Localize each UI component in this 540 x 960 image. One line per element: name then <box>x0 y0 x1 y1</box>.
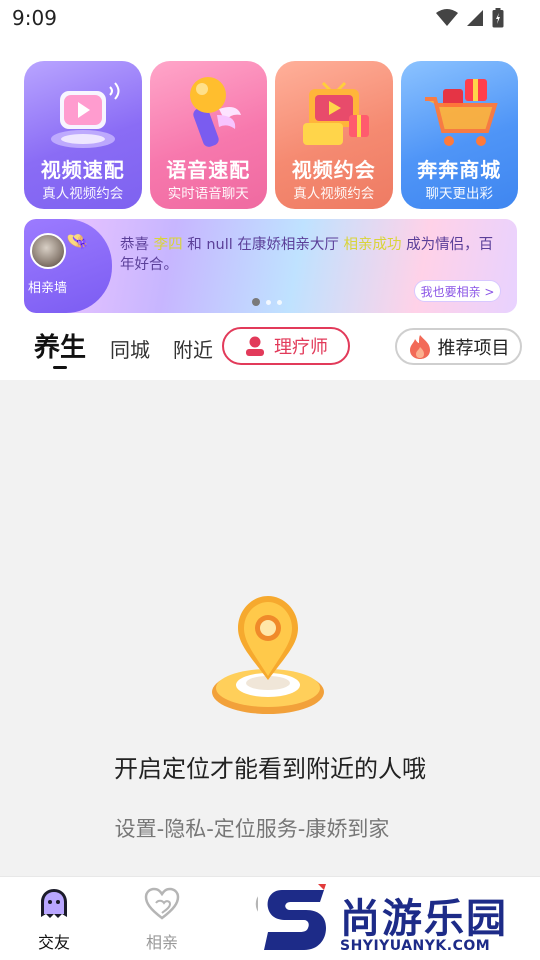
card-title: 视频速配 <box>40 158 125 182</box>
watermark-logo: 尚游乐园 SHYIYUANYK.COM <box>258 882 540 960</box>
microphone-icon <box>189 77 241 147</box>
top-area: 视频速配 真人视频约会 语音速配 实时语音聊天 视频约会 真人视频约会 奔奔商城… <box>0 50 540 380</box>
video-play-icon <box>51 82 120 148</box>
carousel-dots <box>252 298 282 306</box>
tab-fujin[interactable]: 附近 <box>173 334 213 363</box>
video-gift-icon <box>303 81 369 145</box>
battery-icon <box>492 8 504 28</box>
msg-highlight: 相亲成功 <box>343 237 402 253</box>
banner-message: 恭喜 李四 和 null 在康娇相亲大厅 相亲成功 成为情侣，百年好合。 <box>120 235 506 275</box>
carousel-dot-active <box>252 298 260 306</box>
shopping-cart-icon <box>424 79 498 146</box>
category-tabs: 养生 同城 附近 理疗师 推荐项目 <box>0 323 540 373</box>
matchmaking-banner[interactable]: 👒 相亲墙 恭喜 李四 和 null 在康娇相亲大厅 相亲成功 成为情侣，百年好… <box>24 219 517 313</box>
person-icon <box>246 336 264 356</box>
card-voice-match[interactable]: 语音速配 实时语音聊天 <box>149 61 267 209</box>
therapist-chip-label: 理疗师 <box>274 337 328 358</box>
card-title: 语音速配 <box>166 158 251 182</box>
heart-icon <box>144 887 180 920</box>
nav-item-jiaoyou[interactable]: 交友 <box>14 887 94 953</box>
matchmaking-wall[interactable]: 👒 相亲墙 <box>24 219 112 313</box>
avatar <box>30 233 66 269</box>
cell-signal-icon <box>467 10 483 26</box>
matchmaking-wall-label: 相亲墙 <box>28 281 68 296</box>
hat-icon: 👒 <box>66 231 89 252</box>
therapist-filter-chip[interactable]: 理疗师 <box>222 327 350 365</box>
nav-item-xiangqin[interactable]: 相亲 <box>122 887 202 953</box>
card-video-match[interactable]: 视频速配 真人视频约会 <box>24 61 142 209</box>
card-subtitle: 实时语音聊天 <box>167 186 249 202</box>
card-mall[interactable]: 奔奔商城 聊天更出彩 <box>400 61 518 209</box>
card-subtitle: 聊天更出彩 <box>425 186 494 202</box>
feature-cards: 视频速配 真人视频约会 语音速配 实时语音聊天 视频约会 真人视频约会 奔奔商城… <box>24 61 518 209</box>
watermark-url: SHYIYUANYK.COM <box>340 938 491 954</box>
flame-icon <box>409 334 430 359</box>
recommend-items-chip[interactable]: 推荐项目 <box>395 328 522 365</box>
tab-tongcheng[interactable]: 同城 <box>110 334 150 363</box>
nav-label: 交友 <box>37 933 70 952</box>
card-subtitle: 真人视频约会 <box>42 186 124 202</box>
nav-label: 相亲 <box>145 933 178 952</box>
msg-name: 李四 <box>153 237 183 253</box>
card-title: 视频约会 <box>291 158 376 182</box>
empty-state-subtitle: 设置-隐私-定位服务-康娇到家 <box>114 817 390 841</box>
card-video-date[interactable]: 视频约会 真人视频约会 <box>275 61 393 209</box>
watermark-text: 尚游乐园 <box>340 896 508 942</box>
msg-mid: 和 null 在康娇相亲大厅 <box>182 237 344 253</box>
status-time: 9:09 <box>12 6 57 30</box>
recommend-chip-label: 推荐项目 <box>437 337 510 359</box>
msg-prefix: 恭喜 <box>120 237 154 253</box>
carousel-dot <box>266 299 271 305</box>
ghost-icon <box>41 889 67 918</box>
wifi-icon <box>436 9 458 26</box>
carousel-dot <box>277 299 282 305</box>
location-pin-icon <box>212 596 324 714</box>
tab-yangsheng[interactable]: 养生 <box>34 327 86 364</box>
status-icons <box>436 8 504 28</box>
card-subtitle: 真人视频约会 <box>293 186 375 202</box>
empty-state-title: 开启定位才能看到附近的人哦 <box>114 755 426 783</box>
watermark-s-icon <box>264 884 326 950</box>
active-tab-indicator <box>53 366 67 369</box>
card-title: 奔奔商城 <box>417 158 502 182</box>
status-bar: 9:09 <box>0 0 540 50</box>
join-matchmaking-button[interactable]: 我也要相亲 > <box>414 280 501 302</box>
